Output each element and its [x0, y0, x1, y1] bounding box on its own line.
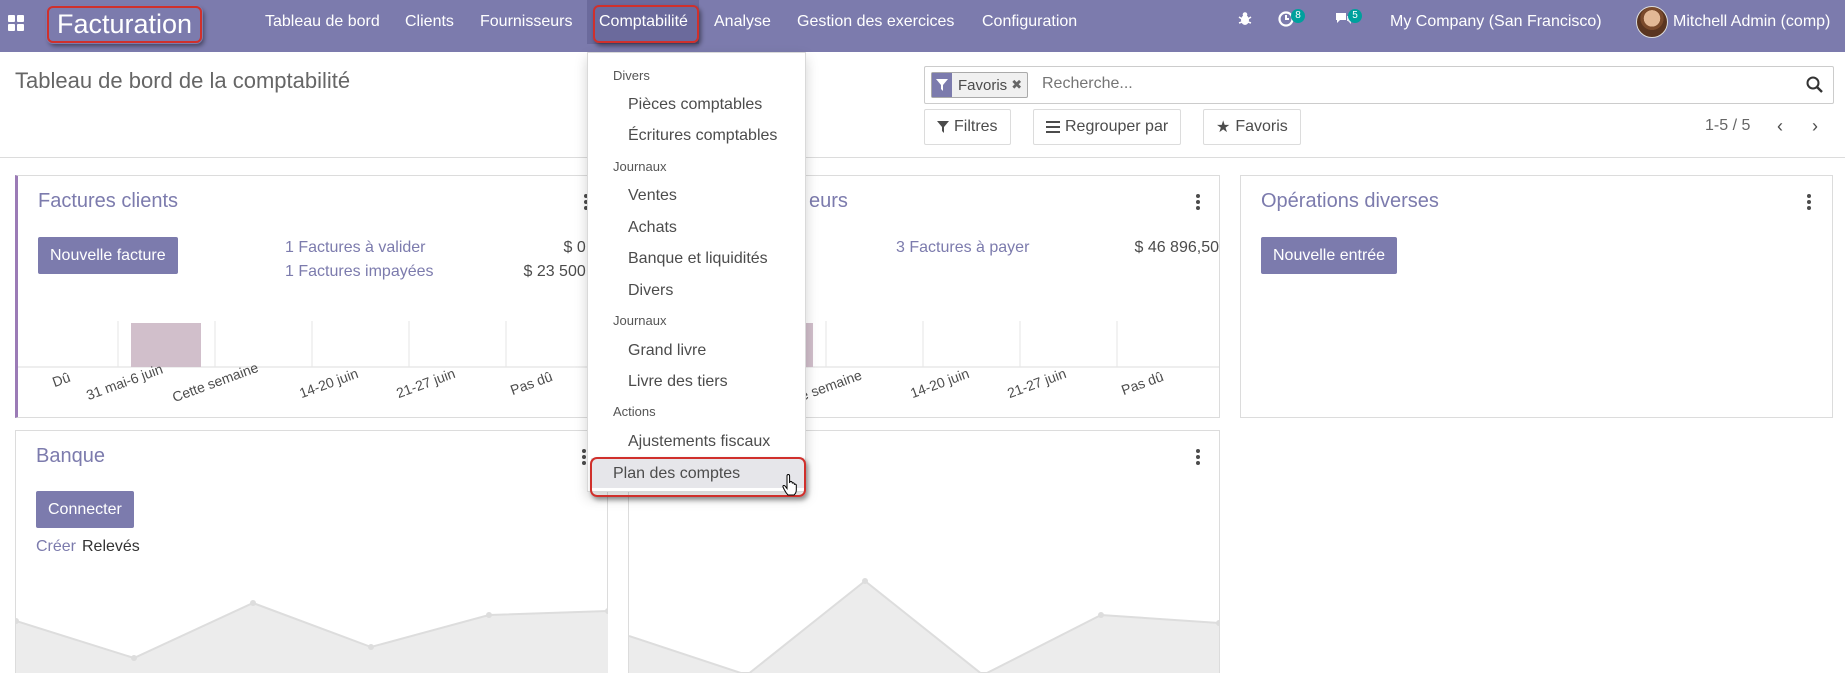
card-misc-operations: Opérations diverses Nouvelle entrée [1240, 175, 1833, 418]
unpaid-invoices-amount: $ 23 500,00 [523, 263, 608, 280]
list-icon [1046, 121, 1060, 133]
messages-icon[interactable]: 5 [1335, 9, 1362, 33]
new-invoice-button[interactable]: Nouvelle facture [38, 237, 178, 274]
filters-label: Filtres [954, 118, 998, 135]
messages-badge: 5 [1348, 9, 1362, 23]
bug-icon[interactable] [1237, 11, 1253, 33]
groupby-label: Regrouper par [1065, 118, 1169, 135]
dropdown-header: Divers [613, 68, 650, 83]
pager-value[interactable]: 1-5 / 5 [1705, 117, 1750, 135]
company-switcher[interactable]: My Company (San Francisco) [1390, 0, 1602, 44]
card-options-icon[interactable] [1807, 194, 1813, 210]
control-panel: Tableau de bord de la comptabilité Favor… [0, 52, 1845, 158]
menu-analyse[interactable]: Analyse [714, 0, 771, 44]
menu-item-ventes[interactable]: Ventes [628, 187, 677, 205]
favorites-label: Favoris [1235, 118, 1288, 135]
menu-item-pieces-comptables[interactable]: Pièces comptables [628, 96, 762, 114]
page-title: Tableau de bord de la comptabilité [15, 68, 351, 93]
menu-clients[interactable]: Clients [405, 0, 454, 44]
card-title[interactable]: Banque [36, 445, 105, 468]
card-options-icon[interactable] [1196, 194, 1202, 210]
invoice-bar-chart [18, 321, 608, 368]
user-avatar[interactable] [1636, 6, 1668, 38]
bills-to-pay-link[interactable]: 3 Factures à payer [896, 239, 1029, 257]
connect-button[interactable]: Connecter [36, 491, 134, 528]
menu-tableau-de-bord[interactable]: Tableau de bord [265, 0, 380, 44]
user-menu[interactable]: Mitchell Admin (comp) [1673, 0, 1830, 44]
card-bank: Banque Connecter Créer Relevés [15, 430, 608, 673]
pager-next-icon[interactable]: › [1805, 116, 1825, 138]
search-bar[interactable]: Favoris ✖ [924, 66, 1834, 104]
create-link[interactable]: Créer [36, 538, 76, 556]
card-options-icon[interactable] [1196, 449, 1202, 465]
menu-item-ajustements-fiscaux[interactable]: Ajustements fiscaux [628, 433, 770, 451]
card-title[interactable]: Factures clients [38, 190, 178, 213]
search-input[interactable] [1040, 74, 1740, 94]
dropdown-header: Journaux [613, 159, 667, 174]
pager-previous-icon[interactable]: ‹ [1770, 116, 1790, 138]
apps-menu-icon[interactable] [8, 15, 24, 31]
menu-item-divers[interactable]: Divers [628, 282, 673, 300]
bank-balance-chart [629, 578, 1219, 673]
chart-bar[interactable] [131, 323, 201, 367]
facet-label: Favoris [958, 76, 1008, 94]
new-entry-button[interactable]: Nouvelle entrée [1261, 237, 1398, 274]
menu-item-achats[interactable]: Achats [628, 219, 677, 237]
menu-fournisseurs[interactable]: Fournisseurs [480, 0, 572, 44]
filters-button[interactable]: Filtres [924, 109, 1011, 145]
star-icon: ★ [1216, 119, 1231, 136]
menu-gestion-exercices[interactable]: Gestion des exercices [797, 0, 954, 44]
bills-to-pay-amount: $ 46 896,50 [1134, 239, 1219, 256]
dropdown-header: Actions [613, 404, 656, 419]
activity-badge: 8 [1291, 9, 1305, 23]
statements-link[interactable]: Relevés [82, 538, 140, 556]
remove-facet-icon[interactable]: ✖ [1011, 77, 1027, 93]
accounting-dropdown-menu: Divers Pièces comptables Écritures compt… [587, 52, 806, 492]
menu-highlight [593, 5, 699, 43]
menu-item-banque-liquidites[interactable]: Banque et liquidités [628, 250, 768, 268]
dropdown-header: Journaux [613, 313, 667, 328]
activity-icon[interactable]: 8 [1278, 9, 1305, 33]
card-customer-invoices: Factures clients Nouvelle facture 1 Fact… [15, 175, 608, 418]
menu-item-grand-livre[interactable]: Grand livre [628, 342, 706, 360]
invoices-to-validate-link[interactable]: 1 Factures à valider [285, 239, 426, 257]
card-title[interactable]: Opérations diverses [1261, 190, 1439, 213]
filter-icon [937, 121, 949, 133]
top-navbar: Facturation Tableau de bord Clients Four… [0, 0, 1845, 52]
menu-configuration[interactable]: Configuration [982, 0, 1077, 44]
favorites-button[interactable]: ★ Favoris [1203, 109, 1301, 145]
card-title[interactable]: eurs [809, 190, 848, 213]
menu-item-livre-des-tiers[interactable]: Livre des tiers [628, 373, 728, 391]
hand-cursor-icon [782, 474, 797, 496]
selection-highlight [590, 457, 806, 497]
unpaid-invoices-link[interactable]: 1 Factures impayées [285, 263, 434, 281]
invoices-to-validate-amount: $ 0,00 [563, 239, 608, 256]
search-facet[interactable]: Favoris ✖ [931, 72, 1029, 98]
groupby-button[interactable]: Regrouper par [1033, 109, 1182, 145]
search-icon[interactable] [1805, 75, 1825, 95]
menu-item-ecritures-comptables[interactable]: Écritures comptables [628, 127, 777, 145]
filter-icon [932, 73, 952, 97]
bank-balance-chart [16, 600, 608, 673]
app-brand[interactable]: Facturation [47, 6, 203, 43]
